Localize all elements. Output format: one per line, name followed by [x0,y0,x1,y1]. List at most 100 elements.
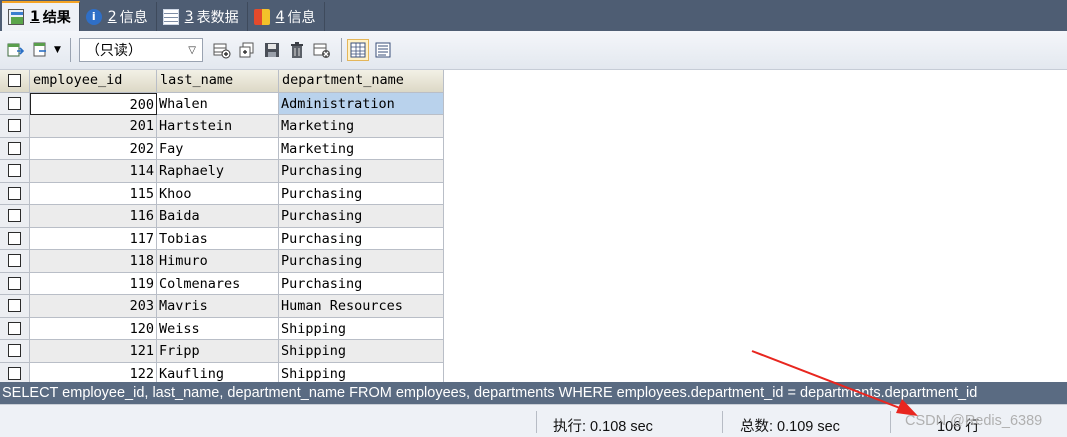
cell-department-name[interactable]: Human Resources [279,295,444,318]
cell-employee-id[interactable]: 203 [30,295,157,318]
insert-row-button[interactable] [211,39,233,61]
cell-last-name[interactable]: Fripp [157,340,279,363]
duplicate-row-button[interactable] [236,39,258,61]
tab-info-2[interactable]: 4 信息 [248,2,325,31]
cell-employee-id[interactable]: 200 [30,92,157,115]
cell-employee-id[interactable]: 202 [30,137,157,160]
table-row[interactable]: 115 Khoo Purchasing [0,182,444,205]
cell-department-name[interactable]: Purchasing [279,205,444,228]
row-checkbox[interactable] [0,137,30,160]
cell-last-name[interactable]: Mavris [157,295,279,318]
row-checkbox[interactable] [0,340,30,363]
cell-last-name[interactable]: Raphaely [157,160,279,183]
row-checkbox[interactable] [0,295,30,318]
cell-last-name[interactable]: Himuro [157,250,279,273]
table-row[interactable]: 203 Mavris Human Resources [0,295,444,318]
cell-department-name[interactable]: Shipping [279,362,444,382]
tab-info[interactable]: i 2 信息 [80,2,157,31]
cell-department-name[interactable]: Purchasing [279,227,444,250]
cell-department-name[interactable]: Marketing [279,115,444,138]
import-dropdown-chevron-icon[interactable]: ▼ [54,45,61,55]
cell-department-name[interactable]: Administration [279,92,444,115]
checkbox-icon [8,96,21,110]
cell-last-name[interactable]: Colmenares [157,272,279,295]
row-checkbox[interactable] [0,205,30,228]
cell-last-name[interactable]: Whalen [157,92,279,115]
cell-employee-id[interactable]: 117 [30,227,157,250]
cell-department-name[interactable]: Marketing [279,137,444,160]
row-checkbox[interactable] [0,250,30,273]
row-checkbox[interactable] [0,227,30,250]
table-row[interactable]: 117 Tobias Purchasing [0,227,444,250]
export-button[interactable] [4,39,26,61]
tab-table-data[interactable]: 3 表数据 [157,2,248,31]
cell-employee-id[interactable]: 122 [30,362,157,382]
grid-header-row: employee_id last_name department_name [0,70,444,93]
grid-view-button[interactable] [346,39,369,61]
select-all-checkbox[interactable] [0,70,30,93]
cell-department-name[interactable]: Purchasing [279,160,444,183]
table-row[interactable]: 114 Raphaely Purchasing [0,160,444,183]
row-checkbox[interactable] [0,362,30,382]
cell-last-name[interactable]: Khoo [157,182,279,205]
cell-employee-id[interactable]: 201 [30,115,157,138]
table-data-icon [162,8,179,25]
table-row[interactable]: 200 Whalen Administration [0,92,444,115]
cell-department-name[interactable]: Purchasing [279,272,444,295]
checkbox-icon [8,209,21,223]
row-checkbox[interactable] [0,92,30,115]
table-row[interactable]: 120 Weiss Shipping [0,317,444,340]
column-header-department-name[interactable]: department_name [279,70,444,93]
cell-employee-id[interactable]: 119 [30,272,157,295]
table-row[interactable]: 201 Hartstein Marketing [0,115,444,138]
table-row[interactable]: 116 Baida Purchasing [0,205,444,228]
row-checkbox[interactable] [0,272,30,295]
status-bar: 执行: 0.108 sec 总数: 0.109 sec 106 行 CSDN @… [0,404,1067,437]
text-view-button[interactable] [372,39,394,61]
cell-last-name[interactable]: Fay [157,137,279,160]
row-checkbox[interactable] [0,182,30,205]
tab-result[interactable]: 1 结果 [2,1,80,31]
cell-department-name[interactable]: Purchasing [279,182,444,205]
cell-department-name[interactable]: Purchasing [279,250,444,273]
table-row[interactable]: 202 Fay Marketing [0,137,444,160]
cell-last-name[interactable]: Weiss [157,317,279,340]
tab-result-number: 1 [30,9,40,25]
insert-row-icon [213,43,231,59]
save-button[interactable] [261,39,283,61]
cell-employee-id[interactable]: 115 [30,182,157,205]
tab-table-data-label: 表数据 [196,9,239,26]
delete-icon [290,42,303,58]
checkbox-icon [8,366,21,380]
table-row[interactable]: 119 Colmenares Purchasing [0,272,444,295]
cell-employee-id[interactable]: 116 [30,205,157,228]
row-checkbox[interactable] [0,317,30,340]
cell-employee-id[interactable]: 121 [30,340,157,363]
cell-employee-id[interactable]: 114 [30,160,157,183]
cell-last-name[interactable]: Baida [157,205,279,228]
table-row[interactable]: 122 Kaufling Shipping [0,362,444,382]
tab-info-label: 信息 [119,9,148,26]
delete-button[interactable] [286,39,308,61]
table-row[interactable]: 121 Fripp Shipping [0,340,444,363]
checkbox-icon [8,321,21,335]
row-checkbox[interactable] [0,160,30,183]
table-row[interactable]: 118 Himuro Purchasing [0,250,444,273]
import-button[interactable] [29,39,51,61]
cell-last-name[interactable]: Tobias [157,227,279,250]
toolbar-divider [340,38,342,62]
cell-last-name[interactable]: Hartstein [157,115,279,138]
column-header-employee-id[interactable]: employee_id [30,70,157,93]
cell-department-name[interactable]: Shipping [279,317,444,340]
cell-last-name[interactable]: Kaufling [157,362,279,382]
status-divider [722,411,723,433]
cell-employee-id[interactable]: 120 [30,317,157,340]
refresh-button[interactable] [311,39,333,61]
row-checkbox[interactable] [0,115,30,138]
cell-employee-id[interactable]: 118 [30,250,157,273]
exec-time-label: 执行: 0.108 sec [553,419,653,435]
column-header-last-name[interactable]: last_name [157,70,279,93]
result-grid: employee_id last_name department_name 20… [0,70,444,382]
mode-select[interactable]: （只读） ▽ [78,38,203,62]
cell-department-name[interactable]: Shipping [279,340,444,363]
